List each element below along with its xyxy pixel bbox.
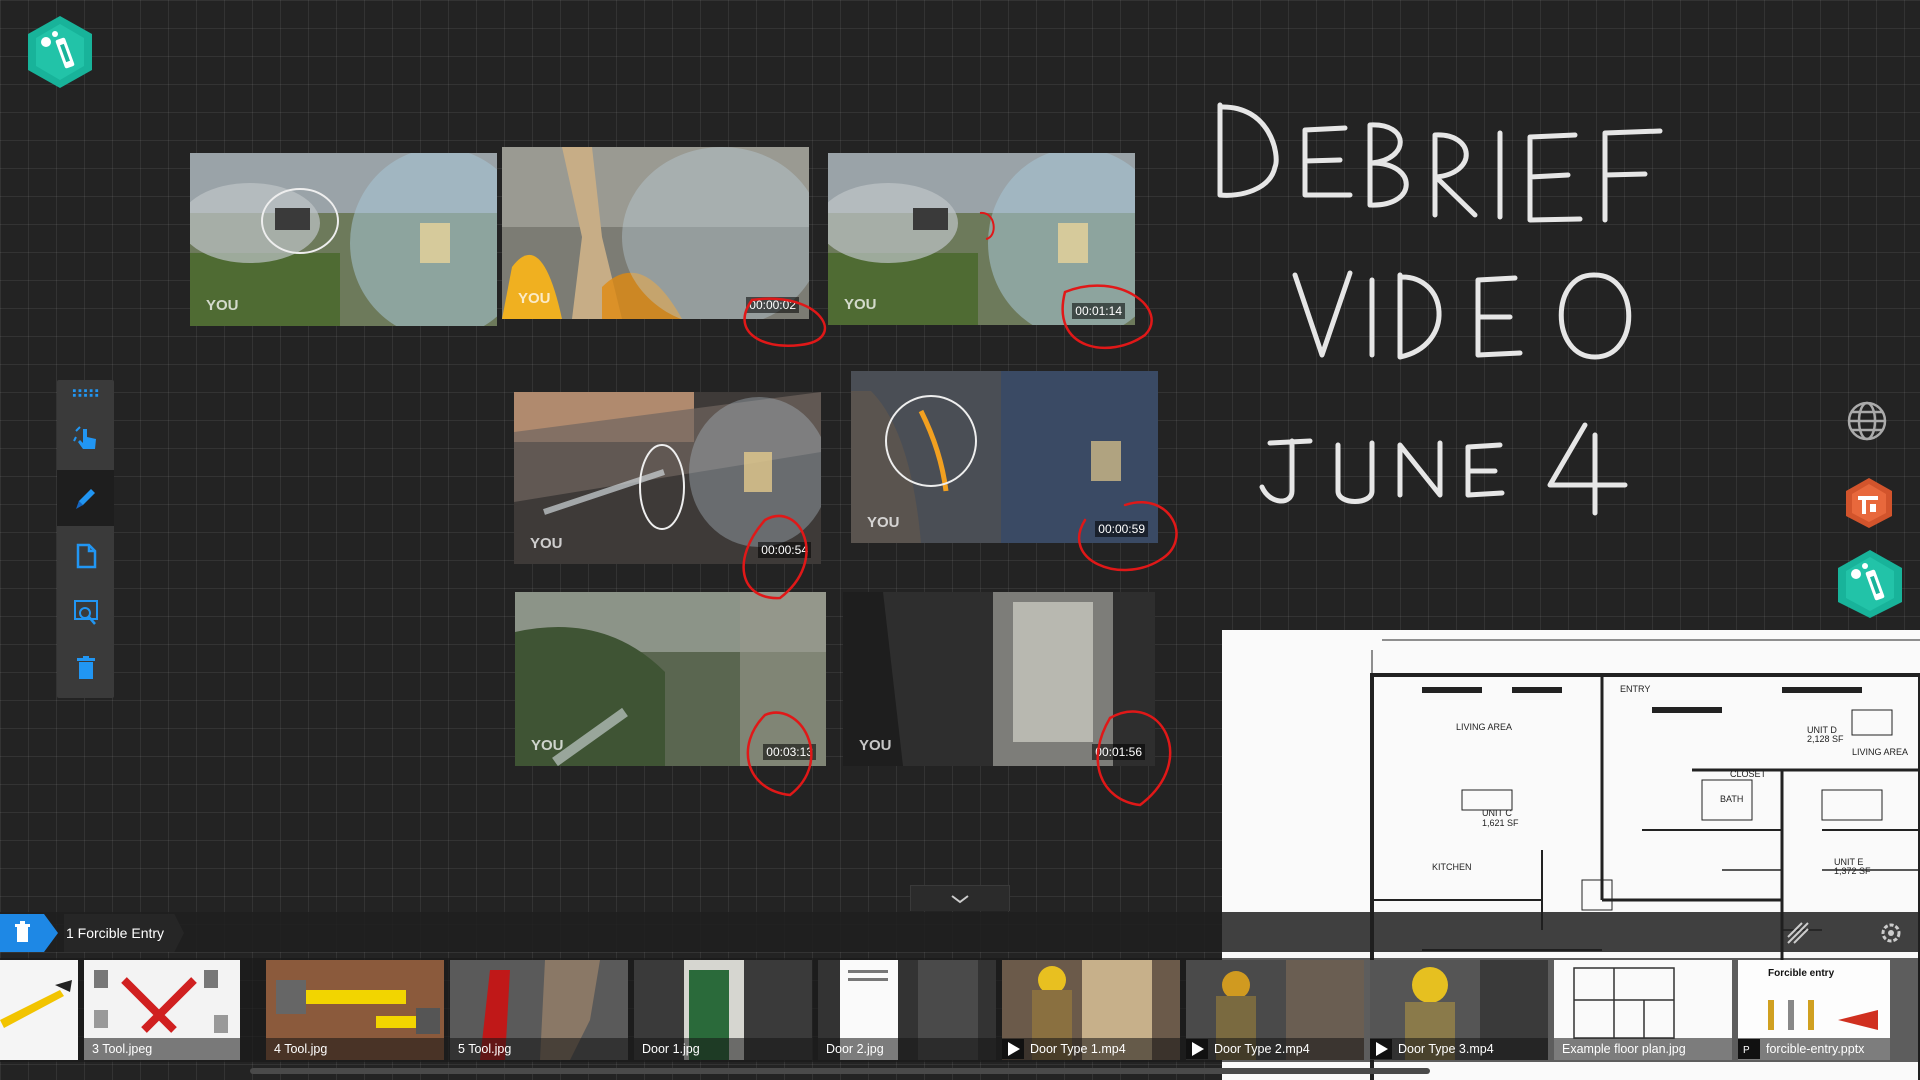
video-tile-6[interactable]: YOU 00:03:13 xyxy=(515,592,826,766)
tray-item[interactable]: Door Type 1.mp4 xyxy=(1002,960,1180,1060)
gear-icon[interactable] xyxy=(1877,919,1905,947)
watermark: YOU xyxy=(518,290,551,307)
timestamp: 00:01:14 xyxy=(1072,303,1125,319)
tray-item-label: Example floor plan.jpg xyxy=(1554,1038,1732,1060)
watermark: YOU xyxy=(531,737,564,754)
timestamp: 00:00:54 xyxy=(758,542,811,558)
hide-tray-icon[interactable] xyxy=(1784,919,1812,947)
chevron-down-icon xyxy=(951,894,969,903)
video-tile-5[interactable]: YOU 00:00:59 xyxy=(851,371,1158,543)
app-logo-icon[interactable] xyxy=(22,14,98,90)
app-switcher-icon[interactable] xyxy=(1834,548,1906,620)
tray-item[interactable]: 5 Tool.jpg xyxy=(450,960,628,1060)
tray-item-label: 4 Tool.jpg xyxy=(266,1038,444,1060)
floor-plan-label: 1,621 SF xyxy=(1482,818,1519,828)
timestamp: 00:00:02 xyxy=(746,297,799,313)
collection-icon[interactable] xyxy=(0,914,58,952)
floor-plan-label: LIVING AREA xyxy=(1852,747,1908,757)
floor-plan-label: 1,372 SF xyxy=(1834,866,1871,876)
page-icon[interactable] xyxy=(57,528,114,584)
floor-plan-label: LIVING AREA xyxy=(1456,722,1512,732)
floor-plan-label: KITCHEN xyxy=(1432,862,1472,872)
tray-item[interactable]: 4 Tool.jpg xyxy=(266,960,444,1060)
tray-item-label: 3 Tool.jpeg xyxy=(84,1038,240,1060)
video-tile-7[interactable]: YOU 00:01:56 xyxy=(843,592,1155,766)
slide-title: Forcible entry xyxy=(1768,968,1835,979)
floor-plan-label: UNIT C xyxy=(1482,808,1512,818)
video-tile-4[interactable]: YOU 00:00:54 xyxy=(514,392,821,564)
tray-item-label: Door Type 3.mp4 xyxy=(1370,1038,1548,1060)
drag-handle-icon[interactable] xyxy=(57,380,114,406)
tray-header xyxy=(0,912,1920,952)
svg-text:P: P xyxy=(1743,1045,1750,1056)
watermark: YOU xyxy=(206,297,239,314)
tray-scrollbar[interactable] xyxy=(250,1068,1430,1074)
tray-item[interactable]: Door 1.jpg xyxy=(634,960,812,1060)
tray-item-label: 5 Tool.jpg xyxy=(450,1038,628,1060)
video-tile-2[interactable]: YOU 00:00:02 xyxy=(502,147,809,319)
tray-item-label: Door Type 1.mp4 xyxy=(1002,1038,1180,1060)
pptx-icon: P xyxy=(1738,1039,1760,1059)
timestamp: 00:01:56 xyxy=(1092,744,1145,760)
tray-item[interactable]: Door Type 3.mp4 xyxy=(1370,960,1548,1060)
tray-item-label: P forcible-entry.pptx xyxy=(1738,1038,1890,1060)
tray-item[interactable]: Door Type 2.mp4 xyxy=(1186,960,1364,1060)
watermark: YOU xyxy=(530,535,563,552)
watermark: YOU xyxy=(867,514,900,531)
tray-item-label: Door 1.jpg xyxy=(634,1038,812,1060)
tray-item[interactable]: Forcible entry P forcible-entry.pptx xyxy=(1738,960,1890,1060)
video-tile-3[interactable]: YOU 00:01:14 xyxy=(828,153,1135,325)
breadcrumb-label: 1 Forcible Entry xyxy=(66,925,165,941)
tray-item[interactable]: Example floor plan.jpg xyxy=(1554,960,1732,1060)
tray-item[interactable]: Door 2.jpg xyxy=(818,960,996,1060)
zoom-icon[interactable] xyxy=(57,584,114,640)
touch-select-icon[interactable] xyxy=(57,410,114,466)
floor-plan-label: BATH xyxy=(1720,794,1743,804)
tool-palette xyxy=(57,380,114,698)
pen-icon[interactable] xyxy=(57,470,114,526)
trash-icon[interactable] xyxy=(57,640,114,696)
tray-item-label: Door Type 2.mp4 xyxy=(1186,1038,1364,1060)
video-tile-1[interactable]: YOU xyxy=(190,153,497,326)
watermark: YOU xyxy=(844,296,877,313)
globe-icon[interactable] xyxy=(1846,400,1888,442)
play-icon xyxy=(1370,1039,1392,1059)
handwritten-title xyxy=(1217,102,1663,516)
watermark: YOU xyxy=(859,737,892,754)
breadcrumb[interactable]: 1 Forcible Entry xyxy=(64,914,184,952)
thumbnail xyxy=(0,960,78,1060)
tray-item[interactable]: 3 Tool.jpeg xyxy=(84,960,240,1060)
floor-plan-label: 2,128 SF xyxy=(1807,734,1844,744)
timestamp: 00:00:59 xyxy=(1095,521,1148,537)
floor-plan-label: CLOSET xyxy=(1730,769,1767,779)
floor-plan-label: ENTRY xyxy=(1620,684,1650,694)
play-icon xyxy=(1186,1039,1208,1059)
timestamp: 00:03:13 xyxy=(763,744,816,760)
tray-item[interactable] xyxy=(0,960,78,1060)
tray-item-label: Door 2.jpg xyxy=(818,1038,996,1060)
library-icon[interactable] xyxy=(1842,476,1896,530)
tray-collapse-button[interactable] xyxy=(910,885,1010,911)
play-icon xyxy=(1002,1039,1024,1059)
